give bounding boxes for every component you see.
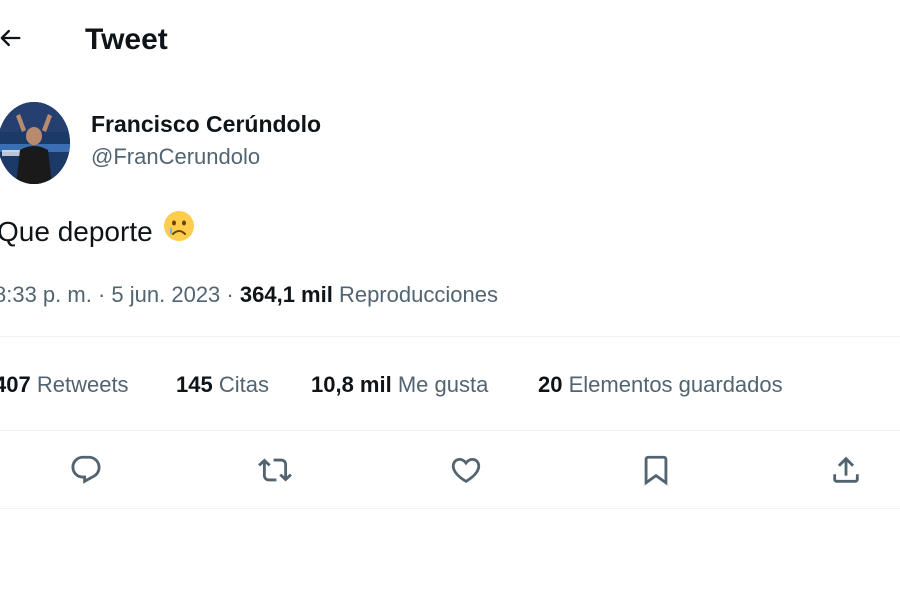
likes-count: 10,8 mil <box>311 372 392 397</box>
bookmark-button[interactable] <box>636 450 676 490</box>
tweet-meta: 8:33 p. m. · 5 jun. 2023 · 364,1 mil Rep… <box>0 279 498 311</box>
quotes-count: 145 <box>176 372 213 397</box>
retweet-icon <box>258 458 292 482</box>
share-icon <box>833 456 859 483</box>
author-name[interactable]: Francisco Cerúndolo <box>91 108 321 140</box>
quotes-stat[interactable]: 145 Citas <box>176 368 269 402</box>
views-label: Reproducciones <box>338 282 498 307</box>
tweet-date[interactable]: 5 jun. 2023 <box>111 282 220 307</box>
retweet-button[interactable] <box>255 450 295 490</box>
arrow-left-icon <box>0 29 21 47</box>
divider <box>0 430 900 431</box>
meta-separator: · <box>97 282 106 307</box>
header: Tweet <box>0 0 900 80</box>
avatar[interactable] <box>0 102 70 184</box>
author-handle[interactable]: @FranCerundolo <box>91 141 260 173</box>
page-title: Tweet <box>85 23 168 56</box>
retweets-count: 407 <box>0 372 31 397</box>
tweet-text: Que deporte <box>0 210 195 253</box>
bookmarks-label: Elementos guardados <box>568 372 783 397</box>
share-button[interactable] <box>826 450 866 490</box>
reply-button[interactable] <box>66 450 106 490</box>
retweets-label: Retweets <box>36 372 129 397</box>
like-button[interactable] <box>446 450 486 490</box>
avatar-image <box>0 102 70 184</box>
likes-stat[interactable]: 10,8 mil Me gusta <box>311 368 488 402</box>
bookmarks-stat[interactable]: 20 Elementos guardados <box>538 368 783 402</box>
like-icon <box>451 457 481 483</box>
meta-separator: · <box>226 282 234 307</box>
bookmarks-count: 20 <box>538 372 563 397</box>
tweet-text-content: Que deporte <box>0 215 153 247</box>
likes-label: Me gusta <box>397 372 489 397</box>
bookmark-icon <box>644 455 668 486</box>
retweets-stat[interactable]: 407 Retweets <box>0 368 129 402</box>
divider <box>0 508 900 509</box>
tweet-time[interactable]: 8:33 p. m. <box>0 282 92 307</box>
back-button[interactable] <box>0 22 26 54</box>
quotes-label: Citas <box>218 372 269 397</box>
reply-icon <box>71 455 101 484</box>
crying-face-emoji-icon <box>163 210 195 253</box>
views-count: 364,1 mil <box>239 282 333 307</box>
divider <box>0 336 900 337</box>
